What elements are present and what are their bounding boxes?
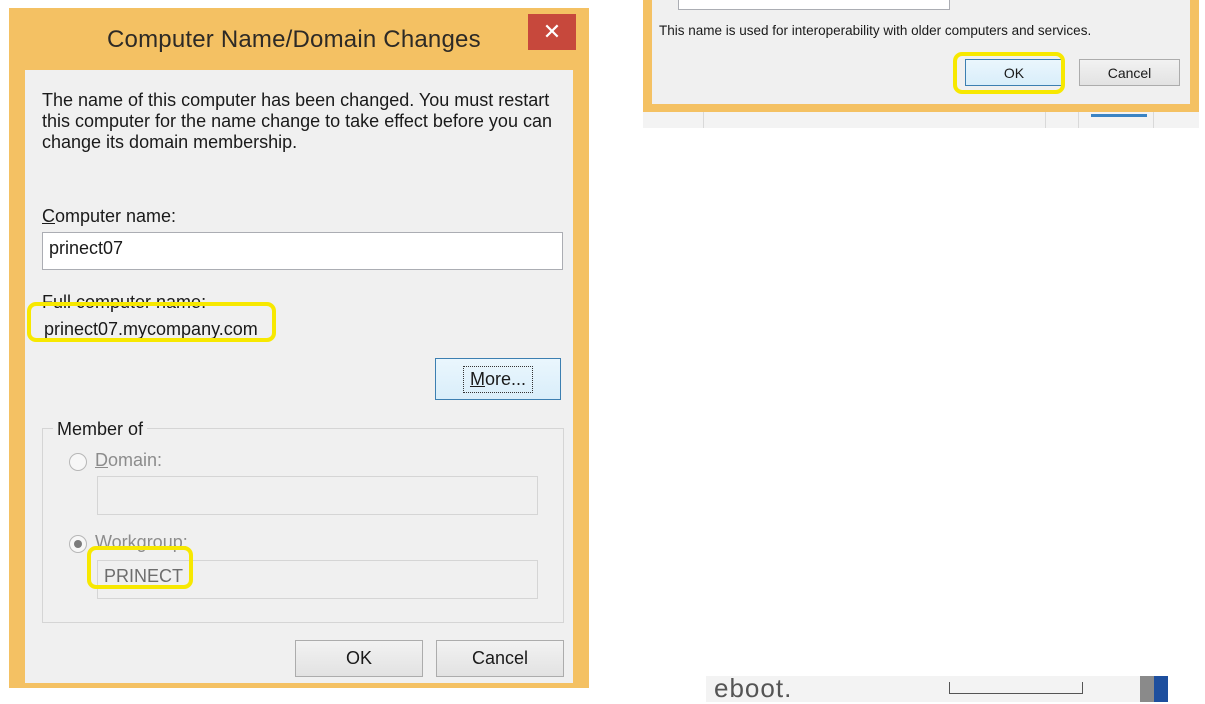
fragment-button-outline — [949, 682, 1083, 694]
dialog-client-area: The name of this computer has been chang… — [25, 70, 573, 683]
more-button[interactable]: More... — [435, 358, 561, 400]
background-selection-bar — [1091, 114, 1147, 117]
restart-message: The name of this computer has been chang… — [42, 90, 552, 152]
netbios-client-area: This name is used for interoperability w… — [652, 0, 1190, 104]
full-computer-name-label: Full computer name: — [42, 292, 207, 312]
ok-button[interactable]: OK — [295, 640, 423, 677]
dialog-title: Computer Name/Domain Changes — [107, 26, 481, 53]
netbios-dialog-fragment: This name is used for interoperability w… — [643, 0, 1199, 112]
computer-name-input[interactable]: prinect07 — [42, 232, 563, 270]
member-of-title: Member of — [53, 419, 148, 440]
cancel-button[interactable]: Cancel — [436, 640, 564, 677]
close-button[interactable]: ✕ — [528, 14, 576, 50]
netbios-name-input[interactable] — [678, 0, 950, 10]
full-computer-name-value: prinect07.mycompany.com — [44, 319, 258, 339]
title-bar[interactable]: Computer Name/Domain Changes ✕ — [9, 8, 589, 70]
background-window-strip — [643, 112, 1199, 128]
computer-name-label: Computer name: — [42, 206, 177, 226]
computer-name-dialog: Computer Name/Domain Changes ✕ The name … — [9, 8, 589, 688]
netbios-ok-button[interactable]: OK — [965, 59, 1063, 86]
netbios-info-text: This name is used for interoperability w… — [659, 23, 1092, 38]
domain-input[interactable] — [97, 476, 538, 515]
reboot-text: eboot. — [714, 673, 793, 703]
netbios-cancel-button[interactable]: Cancel — [1079, 59, 1180, 86]
fragment-scrollbar — [1140, 676, 1168, 702]
workgroup-radio[interactable] — [69, 535, 87, 553]
domain-label: Domain: — [95, 450, 163, 470]
close-icon: ✕ — [542, 19, 562, 44]
domain-radio[interactable] — [69, 453, 87, 471]
workgroup-input[interactable]: PRINECT — [97, 560, 538, 599]
reboot-fragment: eboot. — [706, 673, 1168, 703]
workgroup-label: Workgroup: — [95, 532, 188, 552]
